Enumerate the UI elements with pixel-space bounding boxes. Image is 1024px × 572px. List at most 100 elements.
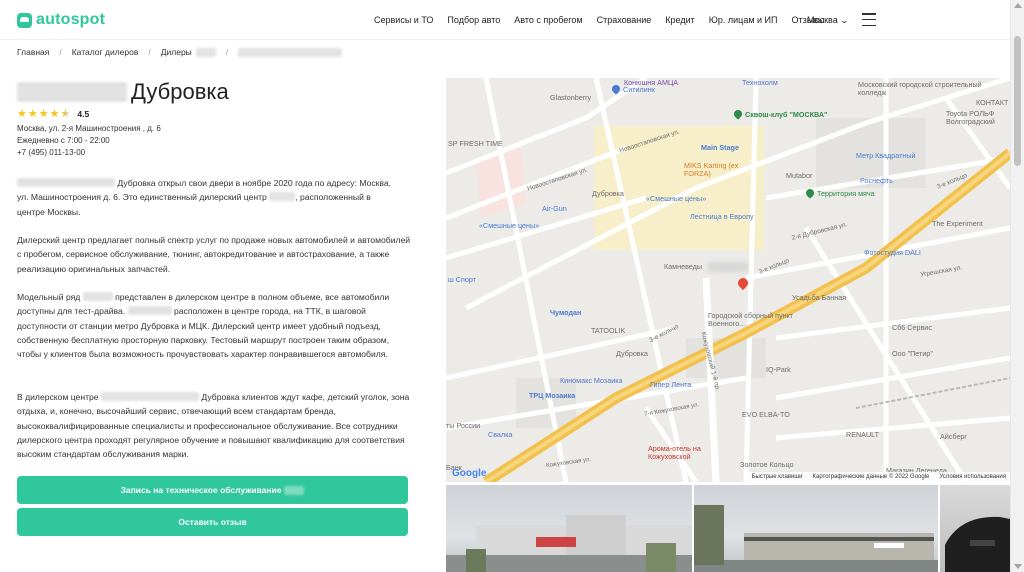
map-label-dubrovka: Дубровка <box>592 189 624 198</box>
nav-item-insurance[interactable]: Страхование <box>597 15 652 25</box>
text: зона отдыха, и, конечно, высочайший серв… <box>17 392 410 460</box>
blurred-text <box>100 392 199 401</box>
map-label-sborny: Городской сборный пункт Военного... <box>708 311 794 328</box>
service-booking-button[interactable]: Запись на техническое обслуживание <box>17 476 408 504</box>
map-label-territ: Территория мяча <box>804 187 875 199</box>
map-label-ooopetr: Ооо "Петир" <box>892 349 933 358</box>
leave-review-button[interactable]: Оставить отзыв <box>17 508 408 536</box>
main-nav: Сервисы и ТО Подбор авто Авто с пробегом… <box>374 15 838 25</box>
map-label-kinomaks: Киномакс Мозаика <box>560 376 623 385</box>
scroll-thumb[interactable] <box>1014 36 1021 166</box>
description-paragraph-1: Дубровка открыл свои двери в ноябре 2020… <box>17 176 412 219</box>
city-selector[interactable]: Москва ⌄ <box>807 15 849 25</box>
map-label-airgun: Air-Gun <box>542 204 567 213</box>
map-label-smeshnye-1: «Смешные цены» <box>646 194 707 203</box>
map-label-smeshnye-2: «Смешные цены» <box>479 221 540 230</box>
breadcrumb-catalog[interactable]: Каталог дилеров <box>72 47 139 57</box>
logo-text: autospot <box>36 11 106 28</box>
blurred-text <box>269 192 296 202</box>
map-label-mainstage: Main Stage <box>701 143 739 152</box>
menu-icon[interactable] <box>862 13 876 26</box>
map-label-metrkv: Метр Квадратный <box>856 151 916 160</box>
blurred-text <box>127 306 172 316</box>
map-label-kontakt: КОНТАКТ <box>976 98 1009 107</box>
star-icon: ★ <box>38 108 49 120</box>
page-title: Дубровка <box>17 79 229 105</box>
map-pin-icon <box>610 83 622 95</box>
map-label-trc: ТРЦ Мозаика <box>529 391 576 400</box>
text: центре Москвы. <box>17 206 81 217</box>
star-half-icon: ★ <box>60 108 71 120</box>
dealer-photo-3[interactable] <box>940 485 1010 572</box>
map-label-evo: EVO ELBA-TO <box>742 410 790 419</box>
star-icon: ★ <box>17 108 27 120</box>
nav-item-business[interactable]: Юр. лицам и ИП <box>709 15 778 25</box>
map-label-tatoolik: TATOOLIK <box>591 326 626 335</box>
blurred-text <box>82 292 113 301</box>
map-shortcuts-link[interactable]: Быстрые клавиши <box>752 474 803 480</box>
map-label-sbservice: Сб6 Сервис <box>892 323 932 332</box>
logo[interactable]: autospot <box>17 11 105 29</box>
map-label-zolotoe: Золотое Кольцо <box>740 460 794 469</box>
photo-car <box>945 516 1010 572</box>
map-label-renault: RENAULT <box>846 430 880 439</box>
nav-item-credit[interactable]: Кредит <box>665 15 694 25</box>
dealer-info: Москва, ул. 2-я Машиностроения , д. 6 Еж… <box>17 123 161 159</box>
nav-item-select-car[interactable]: Подбор авто <box>447 15 500 25</box>
map-label-rosneft: Роснефть <box>860 176 893 185</box>
text: , расположенный в <box>295 192 371 203</box>
text: Модельный ряд <box>17 292 81 302</box>
map-footer: Быстрые клавиши Картографические данные … <box>747 472 1010 482</box>
map-label-aroma: Арома-отель на Кожуховской <box>648 444 701 461</box>
map-label-rossii: ты России <box>446 421 481 430</box>
breadcrumb-separator: / <box>59 47 62 57</box>
description-paragraph-3: Модельный ряд представлен в дилерском це… <box>17 290 412 361</box>
google-logo: Google <box>452 468 487 479</box>
map-label-chemodan: Чумодан <box>550 308 582 317</box>
dealer-phone[interactable]: +7 (495) 011-13-00 <box>17 147 161 159</box>
breadcrumb-dealers[interactable]: Дилеры <box>161 47 192 57</box>
map-terms-link[interactable]: Условия использования <box>939 474 1006 480</box>
dealer-title-suffix: Дубровка <box>131 79 229 104</box>
map-label-dubrovka-2: Дубровка <box>616 349 648 358</box>
breadcrumb-home[interactable]: Главная <box>17 47 49 57</box>
breadcrumb: Главная / Каталог дилеров / Дилеры / <box>17 47 343 57</box>
scroll-up-icon[interactable] <box>1014 3 1022 8</box>
map-label-foto: Фотостудия DALI <box>864 248 921 257</box>
page-scrollbar[interactable] <box>1010 0 1024 572</box>
text: Сквош-клуб "МОСКВА" <box>745 110 828 119</box>
map-roads <box>446 78 1010 482</box>
map-label-college: Московский городской строительный коллед… <box>858 80 982 97</box>
text: доступны для тест-драйва. <box>17 306 126 317</box>
description-paragraph-4: В дилерском центре Дубровка клиентов жду… <box>17 390 412 461</box>
photo-building <box>694 505 938 572</box>
dealer-name-blurred <box>708 262 748 272</box>
map-label-giper: Гипер Лента <box>650 380 692 389</box>
star-icon: ★ <box>27 108 38 120</box>
map-label-svalka: Свалка <box>488 430 513 439</box>
chevron-down-icon: ⌄ <box>839 15 849 25</box>
breadcrumb-blurred <box>195 47 216 57</box>
site-header: autospot Сервисы и ТО Подбор авто Авто с… <box>0 0 1010 40</box>
map-label-usadba: Усадьба Банная <box>792 293 847 302</box>
dealer-photo-2[interactable] <box>694 485 938 572</box>
map-label-citilink: Ситилинк <box>610 83 655 95</box>
dealer-photo-1[interactable] <box>446 485 692 572</box>
map-data-credit: Картографические данные © 2022 Google <box>812 474 930 480</box>
nav-item-used-cars[interactable]: Авто с пробегом <box>514 15 582 25</box>
map-label-glastonberry: Glastonberry <box>550 93 592 102</box>
map-label-miks: MIKS Karting (ex FORZA) <box>684 161 739 178</box>
map-label-mutabor: Mutabor <box>786 171 813 180</box>
text: Дубровка клиентов ждут кафе, детский уго… <box>201 392 389 402</box>
text: В дилерском центре <box>17 392 99 402</box>
map-pin-icon <box>804 187 816 199</box>
blurred-text <box>17 178 115 187</box>
map-label-lestnica: Лестница в Европу <box>690 212 754 221</box>
nav-item-service[interactable]: Сервисы и ТО <box>374 15 433 25</box>
scroll-down-icon[interactable] <box>1014 564 1022 569</box>
dealer-hours: Ежедневно с 7:00 - 22:00 <box>17 136 110 145</box>
map-label-toyota: Toyota РОЛЬФ Волгоградский <box>946 109 995 126</box>
map-label-tekhnokholm: Технохолм <box>742 78 778 87</box>
city-label: Москва <box>807 15 838 25</box>
dealer-map[interactable]: Конюшня АМЦА Ситилинк Технохолм Московск… <box>446 78 1010 482</box>
